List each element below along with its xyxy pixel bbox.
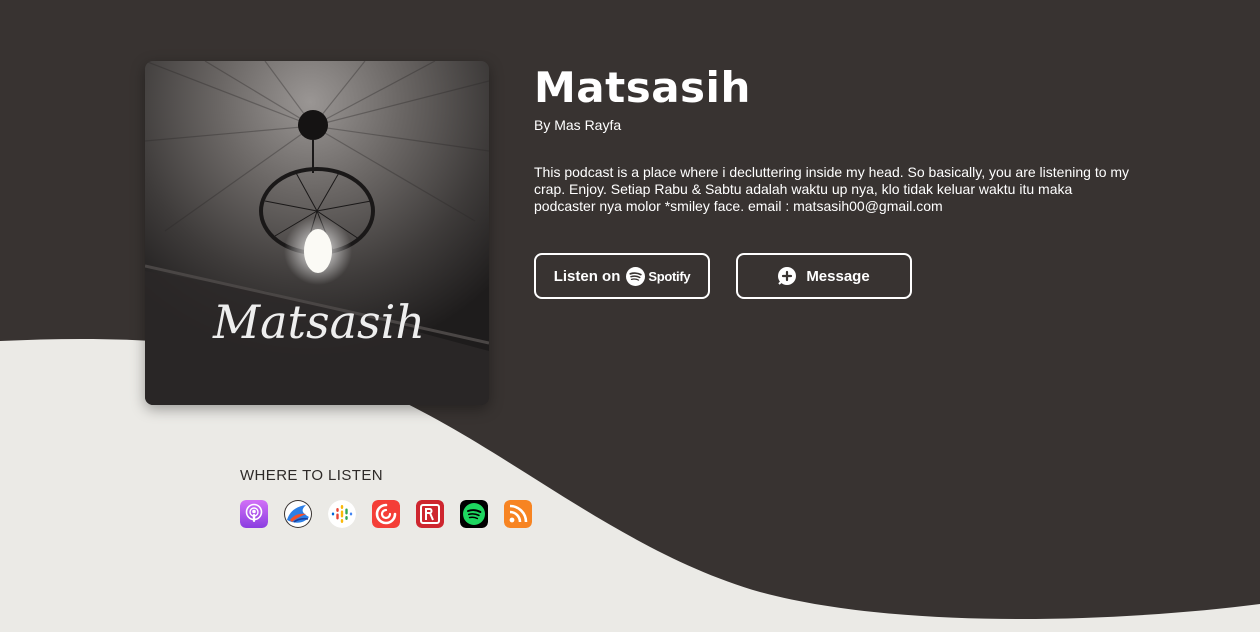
podcast-page: Matsasih Matsasih By Mas Rayfa This podc…	[0, 0, 1260, 632]
apple-podcasts-icon[interactable]	[240, 500, 268, 528]
rss-icon[interactable]	[504, 500, 532, 528]
listen-on-spotify-button[interactable]: Listen on Spotify	[534, 253, 710, 299]
radiopublic-icon[interactable]	[416, 500, 444, 528]
pocket-casts-icon[interactable]	[372, 500, 400, 528]
spotify-icon	[626, 266, 646, 286]
podcast-cover-art: Matsasih	[145, 61, 489, 405]
cover-title-text: Matsasih	[212, 295, 425, 349]
google-podcasts-icon[interactable]	[328, 500, 356, 528]
message-plus-icon	[778, 267, 797, 285]
spotify-wordmark: Spotify	[648, 268, 691, 284]
podcast-info: Matsasih By Mas Rayfa This podcast is a …	[534, 60, 1134, 215]
castbox-icon[interactable]	[284, 500, 312, 528]
podcast-description: This podcast is a place where i declutte…	[534, 164, 1130, 214]
listen-on-label: Listen on	[553, 267, 621, 285]
spotify-platform-icon[interactable]	[460, 500, 488, 528]
message-button[interactable]: Message	[736, 253, 912, 299]
podcast-author: By Mas Rayfa	[534, 117, 622, 133]
podcast-title: Matsasih	[534, 63, 751, 112]
message-label: Message	[806, 267, 870, 285]
where-to-listen-heading: WHERE TO LISTEN	[240, 467, 383, 484]
